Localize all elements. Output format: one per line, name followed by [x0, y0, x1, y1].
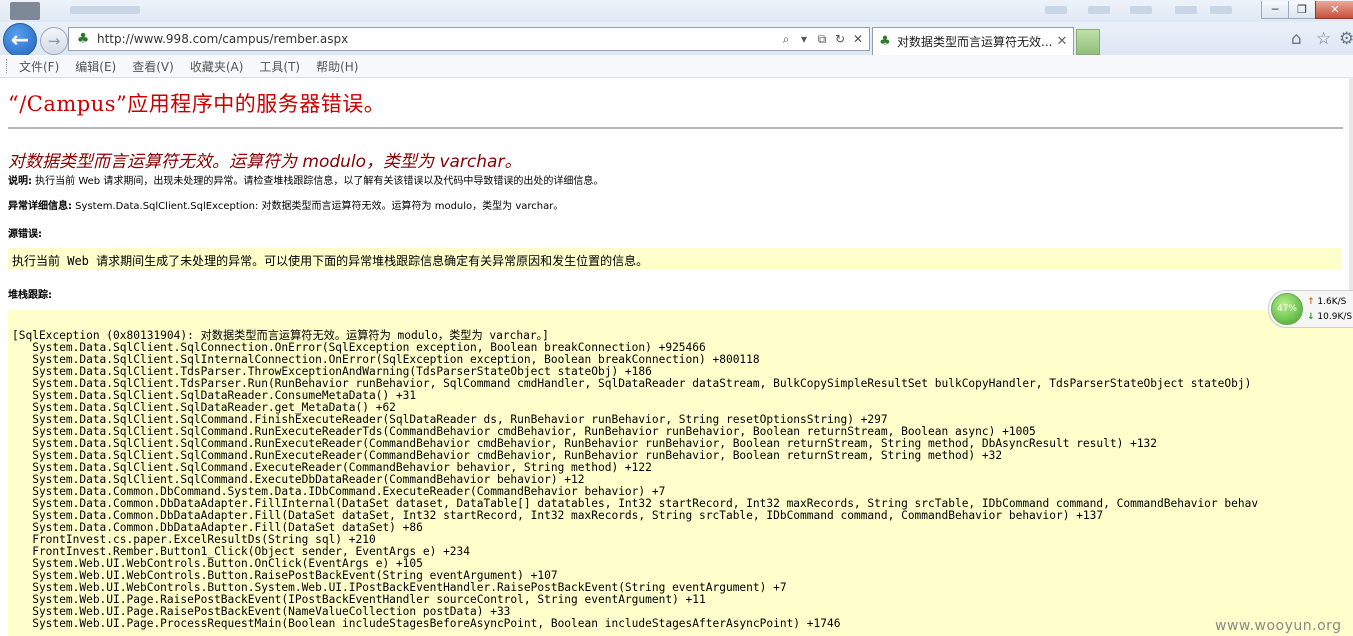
error-heading: 对数据类型而言运算符无效。运算符为 modulo，类型为 varchar。	[8, 152, 522, 172]
maximize-icon: ❐	[1297, 3, 1307, 16]
menu-grip	[6, 59, 9, 73]
menu-favorites[interactable]: 收藏夹(A)	[190, 58, 244, 75]
menu-tools[interactable]: 工具(T)	[259, 58, 300, 75]
exception-text: System.Data.SqlClient.SqlException: 对数据类…	[72, 201, 564, 212]
arrow-down-icon: ↓	[1307, 312, 1315, 322]
address-bar[interactable]: ♣ http://www.998.com/campus/rember.aspx …	[68, 27, 870, 51]
close-button[interactable]: ✕	[1315, 1, 1353, 19]
source-error-label-text: 源错误:	[8, 229, 42, 240]
favorites-star-icon[interactable]: ☆	[1316, 29, 1331, 49]
usage-gauge: 47%	[1271, 293, 1303, 325]
app-thumbnail	[10, 2, 40, 20]
site-favicon-icon: ♣	[76, 31, 90, 47]
stop-icon[interactable]: ✕	[851, 32, 865, 46]
arrow-right-icon: →	[47, 32, 61, 50]
compat-view-icon[interactable]: ⧉	[815, 32, 829, 47]
watermark: www.wooyun.org	[1215, 618, 1342, 634]
source-error-label: 源错误:	[8, 225, 42, 240]
stack-trace-line: System.Web.UI.Page.ProcessRequestMain(Bo…	[12, 617, 841, 630]
divider	[8, 127, 1343, 129]
description-line: 说明: 执行当前 Web 请求期间，出现未处理的异常。请检查堆栈跟踪信息，以了解…	[8, 172, 603, 187]
address-url[interactable]: http://www.998.com/campus/rember.aspx	[97, 32, 779, 46]
menu-file[interactable]: 文件(F)	[19, 58, 59, 75]
arrow-up-icon: ↑	[1307, 297, 1315, 307]
exception-label: 异常详细信息:	[8, 201, 72, 212]
home-icon[interactable]: ⌂	[1291, 29, 1302, 49]
close-icon: ✕	[1330, 3, 1340, 16]
menu-edit[interactable]: 编辑(E)	[75, 58, 116, 75]
maximize-button[interactable]: ❐	[1288, 1, 1316, 19]
blurred-title	[70, 6, 140, 14]
upload-speed: ↑ 1.6K/S	[1307, 297, 1346, 307]
menu-help[interactable]: 帮助(H)	[316, 58, 358, 75]
stack-trace-label-text: 堆栈跟踪:	[8, 290, 52, 301]
stack-trace-box: [SqlException (0x80131904): 对数据类型而言运算符无效…	[8, 310, 1353, 636]
dropdown-icon[interactable]: ▾	[797, 32, 811, 46]
description-label: 说明:	[8, 176, 32, 187]
forward-button[interactable]: →	[40, 27, 68, 55]
source-error-text: 执行当前 Web 请求期间生成了未处理的异常。可以使用下面的异常堆栈跟踪信息确定…	[12, 254, 649, 268]
network-speed-widget[interactable]: 47% ↑ 1.6K/S ↓ 10.9K/S	[1268, 290, 1353, 328]
tab-title: 对数据类型而言运算符无效...	[897, 35, 1053, 49]
tab-favicon-icon: ♣	[879, 34, 891, 49]
menu-bar: 文件(F) 编辑(E) 查看(V) 收藏夹(A) 工具(T) 帮助(H)	[0, 55, 1353, 78]
back-button[interactable]: ←	[3, 23, 37, 57]
page-title: “/Campus”应用程序中的服务器错误。	[8, 92, 386, 116]
blurred-title-item	[1210, 6, 1232, 14]
source-error-box: 执行当前 Web 请求期间生成了未处理的异常。可以使用下面的异常堆栈跟踪信息确定…	[8, 248, 1341, 270]
tab-close-icon[interactable]: ✕	[1054, 34, 1070, 49]
tab-active[interactable]: ♣ 对数据类型而言运算符无效... ✕	[872, 27, 1074, 55]
description-text: 执行当前 Web 请求期间，出现未处理的异常。请检查堆栈跟踪信息，以了解有关该错…	[32, 176, 604, 187]
window-titlebar: ─ ❐ ✕	[0, 0, 1353, 22]
download-speed: ↓ 10.9K/S	[1307, 312, 1352, 322]
menu-view[interactable]: 查看(V)	[132, 58, 174, 75]
blurred-title-item	[1045, 6, 1067, 14]
download-speed-value: 10.9K/S	[1317, 312, 1353, 322]
exception-line: 异常详细信息: System.Data.SqlClient.SqlExcepti…	[8, 197, 563, 212]
minimize-button[interactable]: ─	[1261, 1, 1289, 19]
stack-trace-label: 堆栈跟踪:	[8, 286, 52, 301]
settings-gear-icon[interactable]: ⚙	[1339, 29, 1353, 49]
blurred-title-item	[1130, 6, 1152, 14]
search-icon[interactable]: ⌕	[779, 32, 793, 47]
blurred-title-item	[1088, 6, 1110, 14]
new-tab-button[interactable]	[1076, 29, 1100, 55]
refresh-icon[interactable]: ↻	[833, 32, 847, 46]
blurred-title-item	[1175, 6, 1197, 14]
arrow-left-icon: ←	[10, 27, 30, 53]
minimize-icon: ─	[1271, 3, 1279, 16]
upload-speed-value: 1.6K/S	[1317, 297, 1347, 307]
